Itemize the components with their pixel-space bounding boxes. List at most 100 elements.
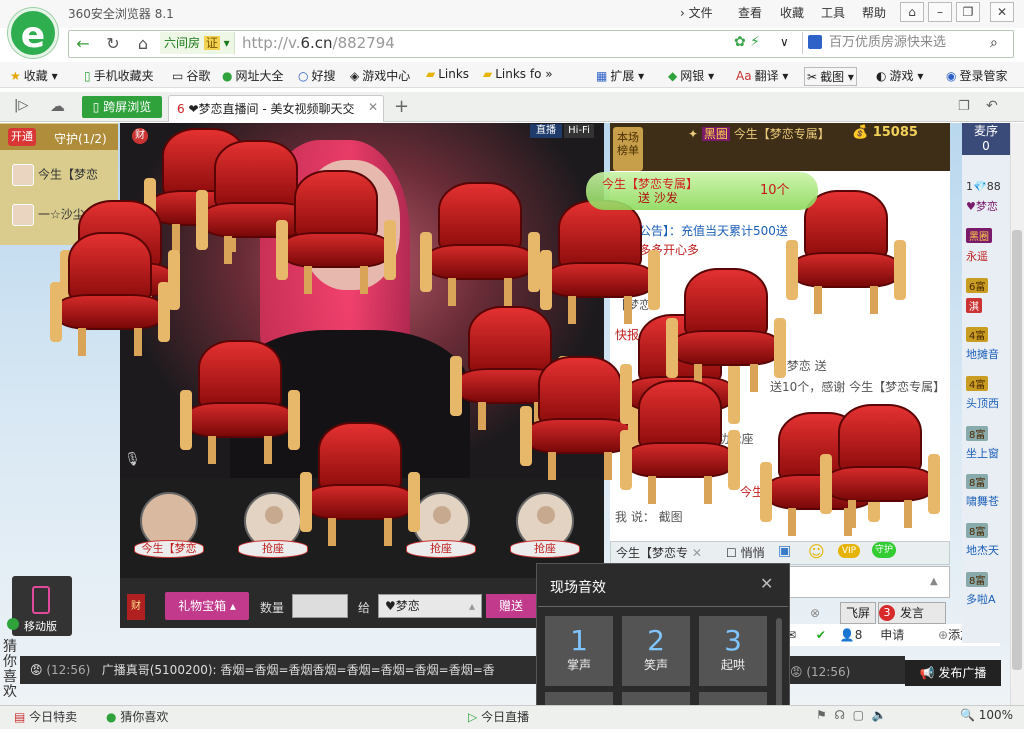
mic-item[interactable]: 坐上窗 bbox=[966, 445, 999, 461]
home-icon[interactable]: ⌂ bbox=[132, 33, 154, 55]
maximize-button[interactable]: ❐ bbox=[956, 2, 980, 22]
minimize-button[interactable]: – bbox=[928, 2, 952, 22]
seat-1[interactable]: 今生【梦恋 bbox=[134, 492, 204, 562]
skin-button[interactable]: ⌂ bbox=[900, 2, 924, 22]
mic-item[interactable]: 4富 bbox=[966, 327, 989, 342]
live-button[interactable]: 直播 bbox=[530, 124, 562, 138]
sound-laugh-button[interactable]: 2 笑声 bbox=[622, 616, 690, 686]
mic-item[interactable]: 黑圈 bbox=[966, 228, 992, 243]
microphone-icon[interactable]: 🎙 bbox=[124, 452, 141, 472]
mic-item[interactable]: 地杰天 bbox=[966, 542, 999, 558]
bookmark-translate[interactable]: Aa 翻译 ▾ bbox=[736, 67, 788, 84]
open-guard-button[interactable]: 开通 bbox=[8, 128, 36, 146]
sound-cheer-button[interactable]: 3 起哄 bbox=[699, 616, 767, 686]
today-deals-link[interactable]: ▤ 今日特卖 bbox=[14, 708, 77, 725]
guess-you-like-link[interactable]: ● 猜你喜欢 bbox=[106, 708, 168, 725]
search-icon[interactable]: ⌕ bbox=[990, 35, 998, 51]
guard-member[interactable]: 一☆沙尘 bbox=[8, 204, 85, 226]
quantity-stepper[interactable] bbox=[292, 594, 348, 618]
search-input[interactable]: 百万优质房源快来选 bbox=[802, 32, 1012, 54]
bookmark-links[interactable]: ▰ Links bbox=[426, 67, 469, 81]
new-tab-button[interactable]: + bbox=[394, 96, 409, 117]
menu-file[interactable]: › 文件 bbox=[680, 4, 713, 21]
browser-logo-icon[interactable]: e bbox=[8, 8, 58, 58]
clear-icon[interactable]: ⊗ bbox=[810, 606, 820, 620]
url-field[interactable]: http://v.6.cn/882794 bbox=[242, 34, 395, 52]
bookmark-screenshot[interactable]: ✂ 截图 ▾ bbox=[804, 67, 857, 86]
chevron-down-icon[interactable]: ∨ bbox=[780, 35, 789, 49]
close-button[interactable]: ✕ bbox=[990, 2, 1014, 22]
tab-live-room[interactable]: 6 ❤梦恋直播间 - 美女视频聊天交 bbox=[168, 95, 384, 122]
menu-view[interactable]: 查看 bbox=[738, 4, 762, 21]
chat-target-select[interactable]: 今生【梦恋专 ✕ bbox=[616, 544, 702, 561]
site-badge[interactable]: 六间房 证 ▾ bbox=[160, 32, 235, 54]
guard-member[interactable]: 今生【梦恋 bbox=[8, 164, 98, 186]
chevron-up-icon[interactable]: ▲ bbox=[930, 576, 938, 587]
menu-tools[interactable]: 工具 bbox=[821, 4, 845, 21]
mic-item[interactable]: 1💎88 bbox=[966, 180, 1001, 193]
undo-icon[interactable]: ↶ bbox=[986, 98, 998, 114]
bookmark-google[interactable]: ▭ 谷歌 bbox=[172, 67, 210, 84]
tab-close-icon[interactable]: ✕ bbox=[368, 100, 378, 114]
fortune-icon[interactable]: 财 bbox=[132, 128, 148, 144]
scrollbar-thumb[interactable] bbox=[1012, 230, 1022, 670]
mic-item[interactable]: ♥梦恋 bbox=[966, 198, 998, 214]
fly-screen-button[interactable]: 飞屏 bbox=[840, 602, 876, 624]
back-icon[interactable]: ← bbox=[72, 33, 94, 55]
mic-item[interactable]: 淇 bbox=[966, 298, 982, 313]
mic-item[interactable]: 地摊音 bbox=[966, 346, 999, 362]
publish-broadcast-button[interactable]: 📢 发布广播 bbox=[905, 660, 1001, 686]
mic-item[interactable]: 8富 bbox=[966, 474, 989, 489]
mic-item[interactable]: 6富 bbox=[966, 278, 989, 293]
vip-icon[interactable]: VIP bbox=[838, 544, 860, 558]
rank-button[interactable]: 本场榜单 bbox=[613, 127, 643, 171]
add-icon[interactable]: ⊕ bbox=[938, 628, 948, 642]
emoji-icon[interactable]: ☺ bbox=[808, 542, 825, 561]
mic-item[interactable]: 8富 bbox=[966, 426, 989, 441]
recipient-select[interactable]: ♥梦恋 ▴ bbox=[378, 594, 482, 618]
mic-item[interactable]: 8富 bbox=[966, 523, 989, 538]
red-packet-button[interactable]: 财 bbox=[127, 594, 145, 620]
bookmark-extensions[interactable]: ▦ 扩展 ▾ bbox=[596, 67, 644, 84]
cross-screen-button[interactable]: ▯ 跨屏浏览 bbox=[82, 96, 162, 118]
seat-4[interactable]: 抢座 bbox=[510, 492, 580, 562]
hifi-button[interactable]: Hi-Fi bbox=[564, 124, 594, 138]
bookmark-mobile[interactable]: ▯ 手机收藏夹 bbox=[84, 67, 154, 84]
status-icons[interactable]: ⚑ ☊ ▢ 🔈 bbox=[816, 708, 887, 722]
bookmark-login[interactable]: ◉ 登录管家 bbox=[946, 67, 1008, 84]
bookmark-nav[interactable]: ● 网址大全 bbox=[222, 67, 284, 84]
mic-item[interactable]: 4富 bbox=[966, 376, 989, 391]
gift-box-button[interactable]: 礼物宝箱 ▴ bbox=[165, 592, 249, 620]
apply-button[interactable]: 申请 bbox=[880, 628, 904, 642]
today-live-link[interactable]: ▷ 今日直播 bbox=[468, 708, 529, 725]
top-fan-name[interactable]: ✦ 黑圈 今生【梦恋专属】 bbox=[688, 125, 830, 142]
close-icon[interactable]: ✕ bbox=[760, 574, 773, 593]
bookmark-bank[interactable]: ◆ 网银 ▾ bbox=[668, 67, 714, 84]
bookmark-haosou[interactable]: ○ 好搜 bbox=[298, 67, 336, 84]
mic-item[interactable]: 头顶西 bbox=[966, 395, 999, 411]
whisper-checkbox[interactable]: ☐ 悄悄 bbox=[726, 544, 765, 561]
guess-you-like-side[interactable]: 猜你喜欢 bbox=[3, 640, 23, 700]
check-icon[interactable]: ✔ bbox=[816, 628, 826, 642]
seat-3[interactable]: 抢座 bbox=[406, 492, 476, 562]
mic-item[interactable]: 8富 bbox=[966, 572, 989, 587]
bookmark-game[interactable]: ◐ 游戏 ▾ bbox=[876, 67, 923, 84]
bookmark-favorites[interactable]: ★ 收藏 ▾ bbox=[10, 67, 58, 84]
loading-icon[interactable]: ✿ ⚡ bbox=[734, 34, 760, 50]
image-icon[interactable]: ▣ bbox=[778, 543, 791, 559]
mic-item[interactable]: 多啦A bbox=[966, 591, 996, 607]
bookmark-games[interactable]: ◈ 游戏中心 bbox=[350, 67, 410, 84]
sidebar-toggle-icon[interactable]: |▷ bbox=[14, 98, 28, 113]
cloud-icon[interactable]: ☁ bbox=[50, 97, 65, 115]
menu-help[interactable]: 帮助 bbox=[862, 4, 886, 21]
guard-icon[interactable]: 守护 bbox=[872, 542, 896, 558]
sound-applause-button[interactable]: 1 掌声 bbox=[545, 616, 613, 686]
window-list-icon[interactable]: ❐ bbox=[958, 99, 970, 114]
menu-favorites[interactable]: 收藏 bbox=[780, 4, 804, 21]
mic-item[interactable]: 啸舞苍 bbox=[966, 493, 999, 509]
mic-item[interactable]: 永遥 bbox=[966, 248, 988, 264]
bookmark-links-fo[interactable]: ▰ Links fo » bbox=[483, 67, 553, 81]
seat-2[interactable]: 抢座 bbox=[238, 492, 308, 562]
send-gift-button[interactable]: 赠送 bbox=[486, 594, 536, 618]
zoom-level[interactable]: 🔍 100% bbox=[960, 708, 1013, 722]
